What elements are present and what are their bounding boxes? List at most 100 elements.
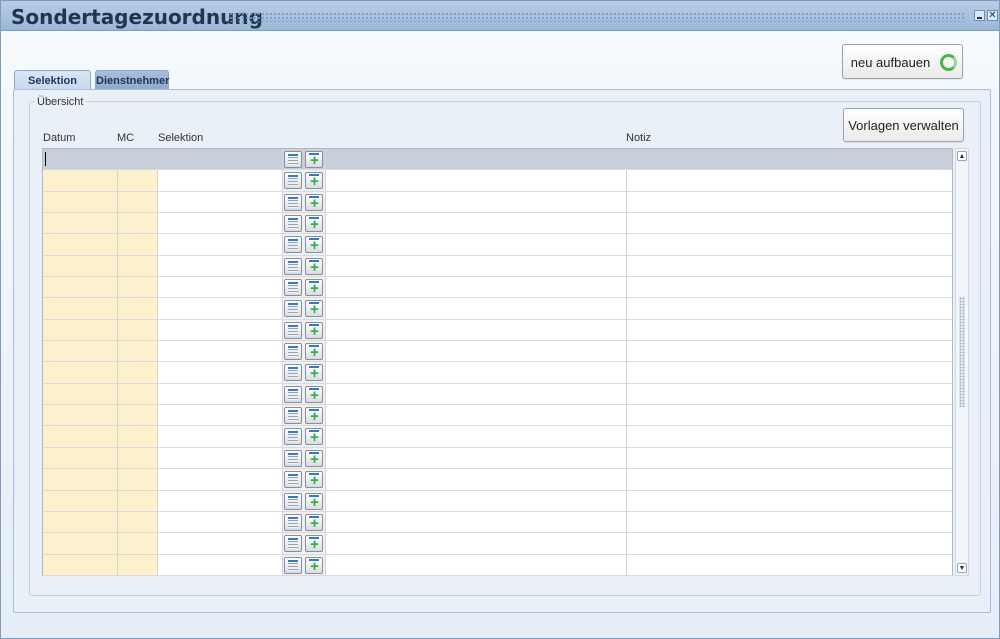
add-icon[interactable]: + <box>305 215 323 233</box>
mc-cell[interactable] <box>118 149 158 170</box>
calendar-icon[interactable] <box>284 279 302 297</box>
datum-cell[interactable] <box>43 383 118 405</box>
table-row[interactable]: + <box>43 554 952 576</box>
calendar-icon[interactable] <box>284 364 302 382</box>
mc-cell[interactable] <box>118 490 158 511</box>
add-icon[interactable]: + <box>305 343 323 361</box>
table-row[interactable]: + <box>43 277 952 299</box>
mc-cell[interactable] <box>118 447 158 469</box>
add-icon[interactable]: + <box>305 556 323 575</box>
selektion-cell[interactable] <box>158 255 283 277</box>
datum-cell[interactable] <box>43 405 118 426</box>
mc-cell[interactable] <box>118 255 158 277</box>
calendar-icon[interactable] <box>284 321 302 339</box>
add-icon[interactable]: + <box>305 257 323 276</box>
tab-dienstnehmer[interactable]: Dienstnehmer <box>95 70 169 89</box>
selektion-text-cell[interactable] <box>326 469 627 490</box>
mc-cell[interactable] <box>118 298 158 319</box>
add-icon[interactable]: + <box>305 513 323 532</box>
notiz-cell[interactable] <box>627 491 952 511</box>
mc-cell[interactable] <box>118 533 158 554</box>
datum-cell[interactable] <box>43 447 118 469</box>
close-icon[interactable]: ✕ <box>987 10 998 21</box>
table-row[interactable]: + <box>43 170 952 192</box>
selektion-cell[interactable] <box>158 213 283 234</box>
notiz-cell[interactable] <box>627 234 952 254</box>
table-row[interactable]: + <box>43 255 952 278</box>
datum-cell[interactable] <box>43 362 118 383</box>
selektion-text-cell[interactable] <box>326 533 627 554</box>
table-row[interactable]: + <box>43 490 952 512</box>
calendar-icon[interactable] <box>284 407 302 425</box>
notiz-cell[interactable] <box>627 426 952 446</box>
notiz-cell[interactable] <box>627 533 952 553</box>
table-row[interactable]: + <box>43 533 952 555</box>
selektion-text-cell[interactable] <box>326 383 627 405</box>
notiz-cell[interactable] <box>627 256 952 276</box>
table-row[interactable]: + <box>43 405 952 427</box>
selektion-text-cell[interactable] <box>326 447 627 469</box>
calendar-icon[interactable] <box>284 343 302 361</box>
table-row[interactable]: + <box>43 362 952 384</box>
calendar-icon[interactable] <box>284 215 302 233</box>
add-icon[interactable]: + <box>305 300 323 318</box>
calendar-icon[interactable] <box>284 257 302 275</box>
minimize-icon[interactable] <box>974 10 985 21</box>
add-icon[interactable]: + <box>305 193 323 212</box>
datum-cell[interactable] <box>43 426 118 447</box>
datum-cell[interactable] <box>43 533 118 554</box>
selektion-text-cell[interactable] <box>326 490 627 511</box>
add-icon[interactable]: + <box>305 172 323 190</box>
calendar-icon[interactable] <box>284 300 302 318</box>
scroll-grip[interactable] <box>959 297 965 407</box>
datum-cell[interactable] <box>43 277 118 298</box>
add-icon[interactable]: + <box>305 471 323 489</box>
calendar-icon[interactable] <box>284 492 302 510</box>
selektion-text-cell[interactable] <box>326 298 627 319</box>
datum-cell[interactable] <box>43 490 118 511</box>
notiz-cell[interactable] <box>627 555 952 575</box>
mc-cell[interactable] <box>118 511 158 533</box>
table-row[interactable]: + <box>43 447 952 470</box>
table-row[interactable]: + <box>43 469 952 491</box>
mc-cell[interactable] <box>118 341 158 362</box>
add-icon[interactable]: + <box>305 385 323 404</box>
selektion-cell[interactable] <box>158 191 283 213</box>
selektion-text-cell[interactable] <box>326 362 627 383</box>
calendar-icon[interactable] <box>284 236 302 254</box>
selektion-cell[interactable] <box>158 383 283 405</box>
rebuild-button[interactable]: neu aufbauen <box>842 44 963 79</box>
selektion-cell[interactable] <box>158 170 283 191</box>
selektion-text-cell[interactable] <box>326 149 627 170</box>
datum-cell[interactable] <box>43 554 118 575</box>
table-row[interactable]: + <box>43 383 952 406</box>
selektion-text-cell[interactable] <box>326 255 627 277</box>
calendar-icon[interactable] <box>284 535 302 553</box>
datum-cell[interactable] <box>43 213 118 234</box>
datum-cell[interactable] <box>43 191 118 213</box>
table-row[interactable]: + <box>43 149 952 171</box>
selektion-cell[interactable] <box>158 469 283 490</box>
calendar-icon[interactable] <box>284 385 302 403</box>
table-row[interactable]: + <box>43 191 952 214</box>
mc-cell[interactable] <box>118 234 158 255</box>
mc-cell[interactable] <box>118 405 158 426</box>
selektion-cell[interactable] <box>158 362 283 383</box>
notiz-cell[interactable] <box>627 341 952 361</box>
selektion-text-cell[interactable] <box>326 191 627 213</box>
add-icon[interactable]: + <box>305 407 323 425</box>
add-icon[interactable]: + <box>305 428 323 446</box>
selektion-cell[interactable] <box>158 426 283 447</box>
notiz-cell[interactable] <box>627 384 952 404</box>
mc-cell[interactable] <box>118 426 158 447</box>
table-row[interactable]: + <box>43 426 952 448</box>
notiz-cell[interactable] <box>627 298 952 318</box>
manage-templates-button[interactable]: Vorlagen verwalten <box>843 108 964 142</box>
selektion-cell[interactable] <box>158 298 283 319</box>
calendar-icon[interactable] <box>284 513 302 531</box>
selektion-cell[interactable] <box>158 149 283 170</box>
datum-cell[interactable] <box>43 469 118 490</box>
mc-cell[interactable] <box>118 170 158 191</box>
selektion-text-cell[interactable] <box>326 234 627 255</box>
notiz-cell[interactable] <box>627 405 952 425</box>
